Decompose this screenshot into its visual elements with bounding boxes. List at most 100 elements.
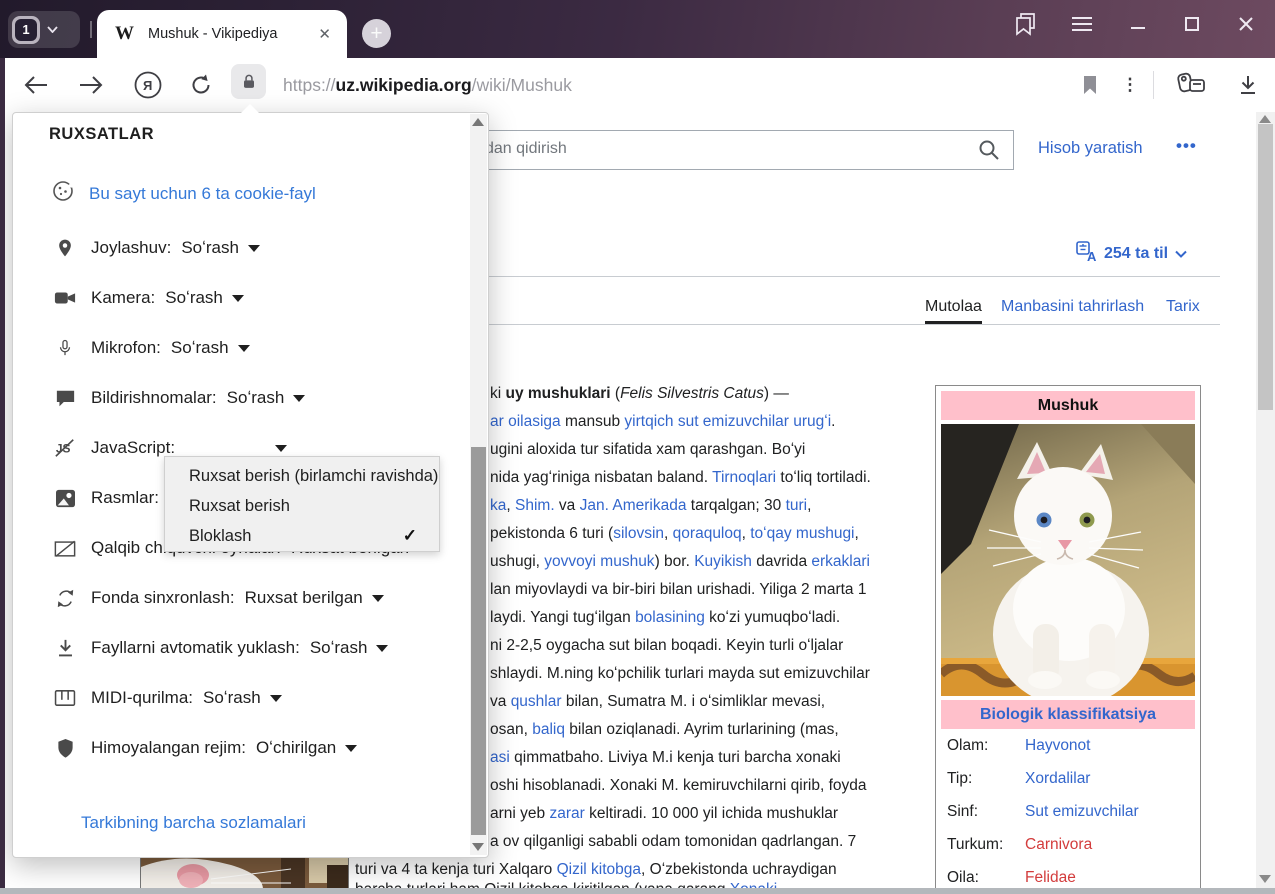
caret-down-icon[interactable]: [376, 645, 388, 652]
dropdown-option[interactable]: Bloklash✓: [165, 521, 439, 551]
panel-caret: [241, 104, 259, 113]
tab-group-button[interactable]: 1: [8, 11, 80, 48]
taxonomy-link[interactable]: Xordalilar: [1025, 770, 1090, 788]
permission-row-mikrofon[interactable]: Mikrofon:Soʻrash: [53, 336, 250, 360]
wikipedia-favicon: W: [115, 23, 134, 45]
permission-value[interactable]: Soʻrash: [181, 238, 239, 258]
permission-row-kamera[interactable]: Kamera:Soʻrash: [53, 286, 244, 310]
article-link[interactable]: Tirnoqlari: [712, 469, 776, 486]
permission-row-rasmlar[interactable]: Rasmlar:: [53, 486, 159, 510]
page-scrollbar-thumb[interactable]: [1258, 124, 1273, 410]
cookies-link[interactable]: Bu sayt uchun 6 ta cookie-fayl: [89, 184, 316, 204]
article-link[interactable]: qushlar: [511, 693, 562, 710]
permission-value[interactable]: Soʻrash: [171, 338, 229, 358]
taxonomy-link[interactable]: Hayvonot: [1025, 737, 1090, 755]
wiki-search-box[interactable]: dan qidirish: [420, 130, 1014, 170]
browser-tab-active[interactable]: W Mushuk - Vikipediya ✕: [97, 10, 347, 58]
taxonomy-link[interactable]: Carnivora: [1025, 836, 1092, 854]
article-link[interactable]: zarar: [549, 805, 584, 822]
cookie-row[interactable]: Bu sayt uchun 6 ta cookie-fayl: [51, 179, 316, 208]
permission-row-joylashuv[interactable]: Joylashuv:Soʻrash: [53, 236, 260, 260]
tab-edit-source[interactable]: Manbasini tahrirlash: [1001, 298, 1144, 316]
tab-close-icon[interactable]: ✕: [318, 25, 331, 43]
permission-value[interactable]: Ruxsat berilgan: [245, 588, 363, 608]
article-text-line: ka, Shim. va Jan. Amerikada tarqalgan; 3…: [490, 492, 811, 520]
page-scrollbar[interactable]: [1256, 112, 1275, 889]
javascript-blocked-icon: JS: [53, 436, 77, 460]
bookmark-icon[interactable]: [1078, 58, 1102, 112]
caret-down-icon[interactable]: [372, 595, 384, 602]
minimize-icon[interactable]: [1122, 8, 1154, 40]
permission-row-midi-qurilma[interactable]: MIDI-qurilma:Soʻrash: [53, 686, 282, 710]
article-link[interactable]: silovsin: [613, 525, 664, 542]
caret-down-icon[interactable]: [275, 445, 287, 452]
menu-icon[interactable]: [1066, 8, 1098, 40]
permission-value[interactable]: Soʻrash: [203, 688, 261, 708]
midi-icon: [53, 686, 77, 710]
article-text-line: ar oilasiga mansub yirtqich sut emizuvch…: [490, 408, 835, 436]
all-content-settings-link[interactable]: Tarkibning barcha sozlamalari: [81, 813, 306, 833]
article-link[interactable]: ar oilasiga: [490, 413, 561, 430]
caret-down-icon[interactable]: [248, 245, 260, 252]
article-link[interactable]: toʻqay mushugi: [750, 525, 854, 542]
permission-value[interactable]: Oʻchirilgan: [256, 738, 336, 758]
close-icon[interactable]: [1230, 8, 1262, 40]
article-cat-photo: [140, 856, 349, 889]
search-icon[interactable]: [977, 138, 1001, 167]
reload-icon[interactable]: [186, 58, 216, 112]
caret-down-icon[interactable]: [232, 295, 244, 302]
tab-history[interactable]: Tarix: [1166, 298, 1200, 316]
window-left-border: [0, 58, 5, 888]
article-link[interactable]: Jan. Amerikada: [580, 497, 687, 514]
panel-scroll-up-icon: [472, 118, 484, 126]
article-link[interactable]: Shim.: [515, 497, 555, 514]
tab-read[interactable]: Mutolaa: [925, 298, 982, 316]
permission-value[interactable]: Soʻrash: [310, 638, 368, 658]
taxonomy-link[interactable]: Felidae: [1025, 869, 1076, 887]
article-link[interactable]: Kuyikish: [694, 553, 752, 570]
article-link[interactable]: baliq: [532, 721, 565, 738]
yandex-services-icon[interactable]: Я: [133, 58, 163, 112]
article-text-line: ugini aloxida tur sifatida xam qarashgan…: [490, 436, 805, 464]
article-link[interactable]: qoraquloq: [673, 525, 742, 542]
checkmark-icon: ✓: [403, 521, 417, 551]
forward-icon[interactable]: [77, 58, 105, 112]
article-link[interactable]: bolasining: [635, 609, 705, 626]
languages-button[interactable]: A 254 ta til: [1076, 241, 1187, 267]
article-link[interactable]: asi: [490, 749, 510, 766]
downloads-icon[interactable]: [1234, 58, 1262, 112]
article-link[interactable]: yovvoyi mushuk: [544, 553, 654, 570]
caret-down-icon[interactable]: [345, 745, 357, 752]
article-link[interactable]: erkaklari: [811, 553, 870, 570]
more-options-menu[interactable]: •••: [1176, 136, 1197, 156]
article-link[interactable]: yirtqich sut emizuvchilar urugʻi: [624, 413, 831, 430]
dropdown-option[interactable]: Ruxsat berish: [165, 491, 439, 521]
site-security-button[interactable]: [231, 64, 266, 99]
permission-row-bildirishnomalar[interactable]: Bildirishnomalar:Soʻrash: [53, 386, 305, 410]
permission-row-himoyalanganrejim[interactable]: Himoyalangan rejim:Oʻchirilgan: [53, 736, 357, 760]
address-bar[interactable]: https://uz.wikipedia.org/wiki/Mushuk: [283, 58, 572, 112]
taxonomy-link[interactable]: Sut emizuvchilar: [1025, 803, 1139, 821]
permission-row-fondasinxronlash[interactable]: Fonda sinxronlash:Ruxsat berilgan: [53, 586, 384, 610]
create-account-link[interactable]: Hisob yaratish: [1038, 139, 1143, 158]
permission-row-fayllarniavtomatikyuklash[interactable]: Fayllarni avtomatik yuklash:Soʻrash: [53, 636, 388, 660]
caret-down-icon[interactable]: [238, 345, 250, 352]
back-icon[interactable]: [22, 58, 50, 112]
new-tab-button[interactable]: +: [362, 19, 391, 48]
permission-value[interactable]: Soʻrash: [227, 388, 285, 408]
url-scheme: https://: [283, 75, 336, 96]
kebab-menu-icon[interactable]: ⋮: [1120, 58, 1140, 112]
panel-scrollbar-thumb[interactable]: [471, 447, 486, 835]
dropdown-option[interactable]: Ruxsat berish (birlamchi ravishda): [165, 461, 439, 491]
passwords-icon[interactable]: [1172, 58, 1212, 112]
panels-icon[interactable]: [1010, 8, 1042, 40]
article-link[interactable]: ka: [490, 497, 506, 514]
article-link[interactable]: turi: [786, 497, 808, 514]
permission-value[interactable]: Soʻrash: [165, 288, 223, 308]
maximize-icon[interactable]: [1176, 8, 1208, 40]
panel-scrollbar[interactable]: [470, 114, 487, 855]
tab-title: Mushuk - Vikipediya: [148, 26, 278, 42]
caret-down-icon[interactable]: [293, 395, 305, 402]
browser-window: dan qidirish Hisob yaratish ••• A 254 ta…: [0, 0, 1275, 894]
caret-down-icon[interactable]: [270, 695, 282, 702]
